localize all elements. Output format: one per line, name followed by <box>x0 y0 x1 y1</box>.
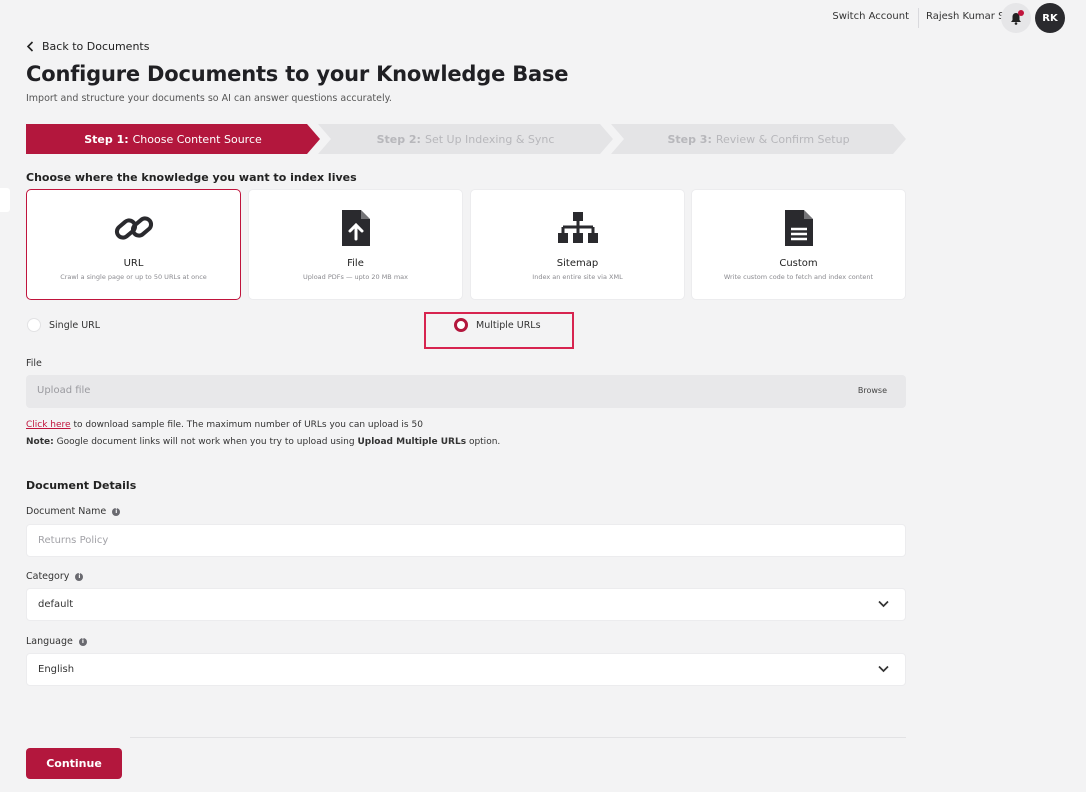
avatar[interactable]: RK <box>1035 3 1065 33</box>
page-title: Configure Documents to your Knowledge Ba… <box>26 62 569 86</box>
file-upload-field[interactable]: Upload file Browse <box>26 375 906 408</box>
page-subtitle: Import and structure your documents so A… <box>26 93 392 104</box>
switch-account-link[interactable]: Switch Account <box>832 11 909 22</box>
note-suffix: option. <box>466 437 501 447</box>
language-select[interactable]: English <box>26 653 906 686</box>
document-details-title: Document Details <box>26 479 137 492</box>
notification-dot <box>1018 10 1024 16</box>
document-name-label-text: Document Name <box>26 506 107 517</box>
info-icon[interactable]: i <box>78 637 87 646</box>
note-prefix: Note: <box>26 437 54 447</box>
source-card-custom-desc: Write custom code to fetch and index con… <box>723 273 874 281</box>
source-card-file-desc: Upload PDFs — upto 20 MB max <box>303 273 408 281</box>
file-label: File <box>26 358 42 369</box>
source-card-sitemap-desc: Index an entire site via XML <box>532 273 623 281</box>
upload-note: Note: Google document links will not wor… <box>26 437 500 447</box>
continue-button[interactable]: Continue <box>26 748 122 779</box>
category-label: Category i <box>26 571 84 582</box>
sitemap-icon <box>557 208 599 248</box>
category-select[interactable]: default <box>26 588 906 621</box>
chevron-down-icon <box>878 600 889 608</box>
source-card-url-desc: Crawl a single page or up to 50 URLs at … <box>60 273 207 281</box>
step-2-prefix: Step 2: <box>376 132 421 146</box>
source-cards: URL Crawl a single page or up to 50 URLs… <box>26 189 906 300</box>
notifications-button[interactable] <box>1001 3 1031 33</box>
link-icon <box>113 208 155 248</box>
step-2[interactable]: Step 2: Set Up Indexing & Sync <box>318 124 613 154</box>
source-card-file[interactable]: File Upload PDFs — upto 20 MB max <box>248 189 463 300</box>
back-label: Back to Documents <box>42 40 150 53</box>
step-1-label: Choose Content Source <box>132 132 262 146</box>
file-upload-placeholder: Upload file <box>37 385 91 396</box>
topbar-divider <box>918 8 919 28</box>
step-1[interactable]: Step 1: Choose Content Source <box>26 124 320 154</box>
top-bar: Switch Account Rajesh Kumar S RK <box>0 0 1086 38</box>
language-label: Language i <box>26 636 87 647</box>
language-value: English <box>38 664 75 675</box>
step-3-label: Review & Confirm Setup <box>715 132 850 146</box>
source-card-sitemap-name: Sitemap <box>556 258 599 269</box>
step-2-label: Set Up Indexing & Sync <box>424 132 555 146</box>
download-sample-help: Click here to download sample file. The … <box>26 420 423 430</box>
source-card-custom-name: Custom <box>779 258 818 269</box>
radio-multiple-urls[interactable]: Multiple URLs <box>454 318 541 332</box>
radio-single-url-circle[interactable] <box>27 318 41 332</box>
chevron-down-icon <box>878 665 889 673</box>
download-sample-link[interactable]: Click here <box>26 420 71 430</box>
left-panel-edge <box>0 188 10 212</box>
radio-single-url-label: Single URL <box>49 319 101 331</box>
source-prompt: Choose where the knowledge you want to i… <box>26 171 357 184</box>
radio-multiple-urls-circle[interactable] <box>454 318 468 332</box>
info-icon[interactable]: i <box>112 507 121 516</box>
footer-divider <box>130 737 906 738</box>
step-3-prefix: Step 3: <box>667 132 712 146</box>
source-card-sitemap[interactable]: Sitemap Index an entire site via XML <box>470 189 685 300</box>
language-label-text: Language <box>26 636 73 647</box>
download-sample-text: to download sample file. The maximum num… <box>70 420 423 430</box>
stepper: Step 1: Choose Content Source Step 2: Se… <box>26 124 906 154</box>
radio-multiple-urls-label: Multiple URLs <box>476 319 541 331</box>
back-to-documents-link[interactable]: Back to Documents <box>26 40 149 53</box>
note-bold: Upload Multiple URLs <box>357 437 467 447</box>
document-name-placeholder: Returns Policy <box>38 535 109 546</box>
note-text: Google document links will not work when… <box>53 437 358 447</box>
file-upload-icon <box>340 208 372 248</box>
document-name-field[interactable]: Returns Policy <box>26 524 906 557</box>
browse-button[interactable]: Browse <box>858 386 887 395</box>
step-1-prefix: Step 1: <box>84 132 129 146</box>
chevron-left-icon <box>26 41 34 52</box>
category-label-text: Category <box>26 571 70 582</box>
radio-single-url[interactable]: Single URL <box>27 318 100 332</box>
category-value: default <box>38 599 74 610</box>
info-icon[interactable]: i <box>75 572 84 581</box>
source-card-file-name: File <box>347 258 364 269</box>
user-name: Rajesh Kumar S <box>926 11 1005 22</box>
source-card-url-name: URL <box>123 258 144 269</box>
document-name-label: Document Name i <box>26 506 121 517</box>
source-card-custom[interactable]: Custom Write custom code to fetch and in… <box>691 189 906 300</box>
source-card-url[interactable]: URL Crawl a single page or up to 50 URLs… <box>26 189 241 300</box>
document-icon <box>783 208 815 248</box>
step-3[interactable]: Step 3: Review & Confirm Setup <box>611 124 906 154</box>
